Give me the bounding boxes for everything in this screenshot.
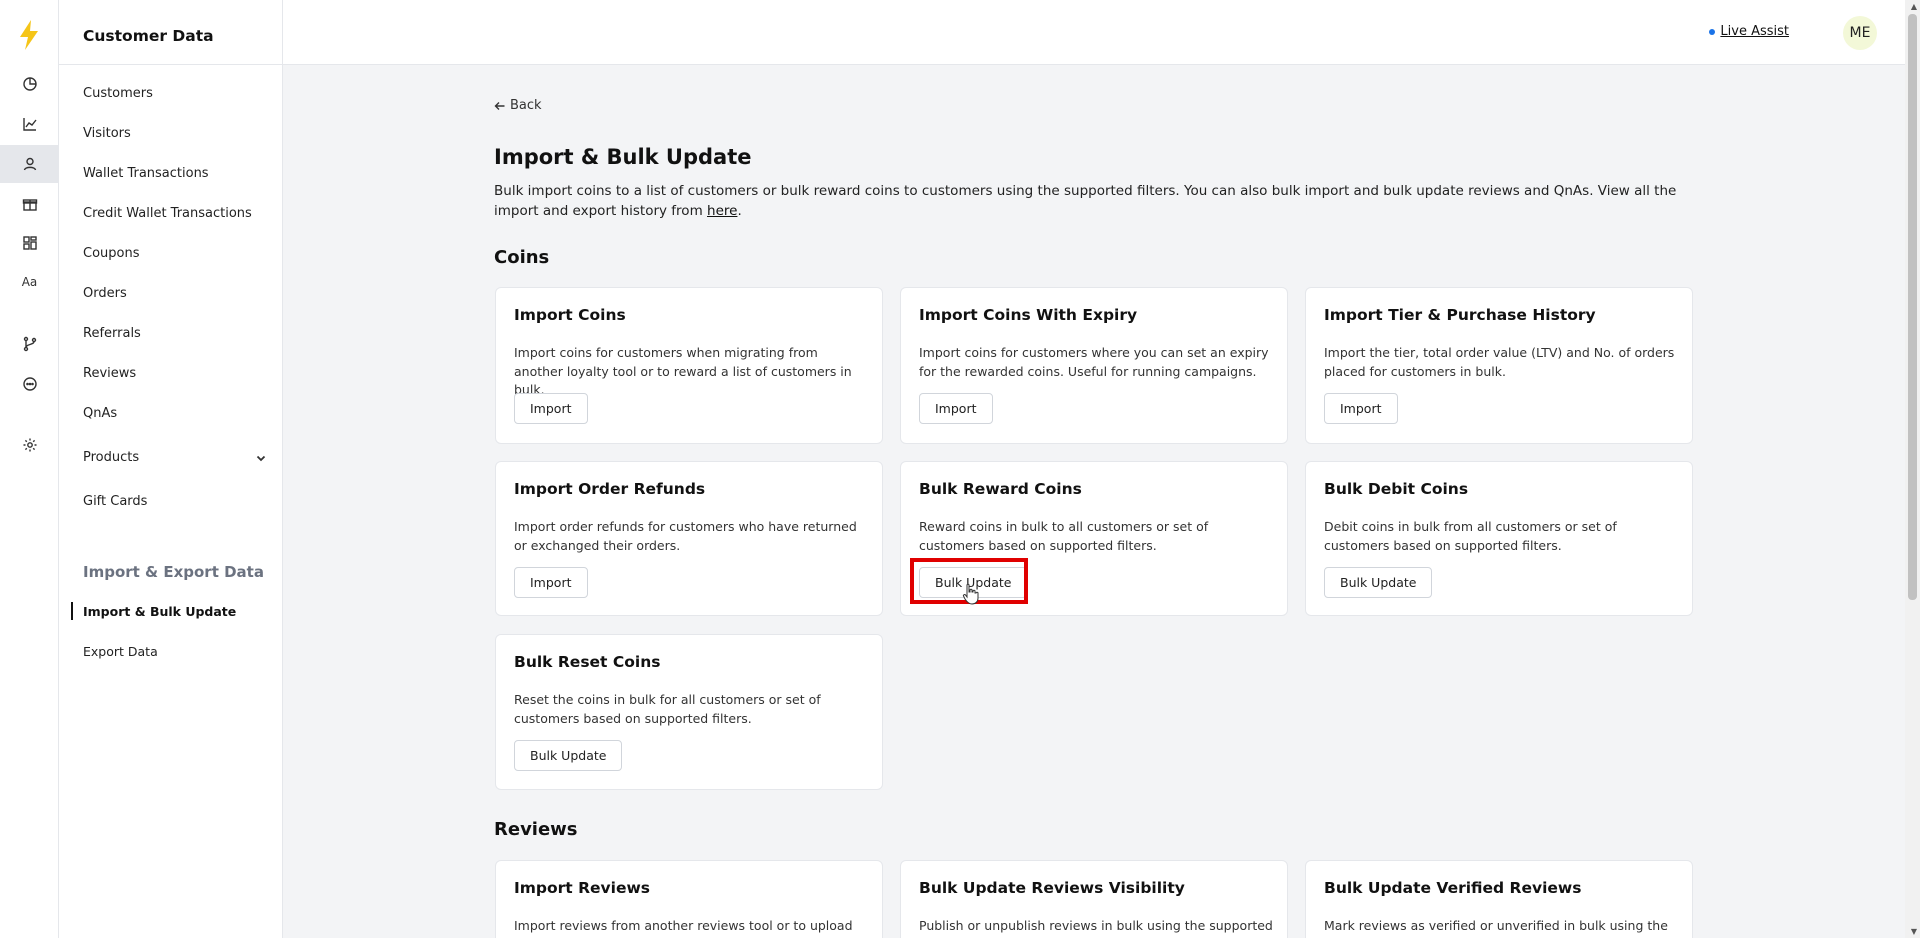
page-description: Bulk import coins to a list of customers…: [494, 181, 1694, 221]
import-coins-expiry-button[interactable]: Import: [919, 393, 993, 424]
sidebar: Customer Data Customers Visitors Wallet …: [59, 0, 283, 938]
page-title: Import & Bulk Update: [494, 145, 752, 169]
gift-icon: [22, 199, 37, 211]
sidebar-title: Customer Data: [83, 27, 214, 45]
card-title: Bulk Update Reviews Visibility: [919, 879, 1185, 897]
user-icon: [23, 157, 36, 171]
card-title: Bulk Debit Coins: [1324, 480, 1469, 498]
avatar[interactable]: ME: [1843, 16, 1877, 50]
hand-cursor-icon: [962, 583, 979, 605]
card-title: Import Order Refunds: [514, 480, 706, 498]
pie-chart-icon: [22, 77, 37, 91]
card-bulk-update-reviews-visibility: Bulk Update Reviews Visibility Publish o…: [900, 860, 1288, 938]
sidebar-item-referrals[interactable]: Referrals: [83, 326, 141, 341]
lightning-logo[interactable]: [17, 20, 41, 50]
rail-integrations[interactable]: [0, 325, 59, 363]
card-import-coins: Import Coins Import coins for customers …: [495, 287, 883, 444]
history-link[interactable]: here: [707, 203, 737, 219]
widgets-icon: [22, 236, 37, 250]
sidebar-section-title: Import & Export Data: [83, 563, 264, 581]
rail-customers[interactable]: [0, 145, 59, 183]
card-bulk-debit-coins: Bulk Debit Coins Debit coins in bulk fro…: [1305, 461, 1693, 616]
sidebar-item-gift-cards[interactable]: Gift Cards: [83, 494, 147, 509]
rail-analytics[interactable]: [0, 65, 59, 103]
rail-rewards[interactable]: [0, 185, 59, 223]
sidebar-item-export-data[interactable]: Export Data: [83, 644, 158, 659]
scroll-up-icon[interactable]: ▲: [1911, 2, 1917, 11]
card-description: Import reviews from another reviews tool…: [514, 918, 853, 933]
typography-icon: Aa: [21, 275, 38, 289]
card-description: Reset the coins in bulk for all customer…: [514, 692, 821, 726]
sidebar-item-import-bulk-update[interactable]: Import & Bulk Update: [83, 604, 236, 619]
card-title: Import Coins: [514, 306, 626, 324]
gear-icon: [23, 438, 36, 452]
description-text: Bulk import coins to a list of customers…: [494, 183, 1677, 219]
live-assist-link[interactable]: Live Assist: [1709, 24, 1789, 39]
bulk-debit-coins-button[interactable]: Bulk Update: [1324, 567, 1433, 598]
sidebar-item-products[interactable]: Products: [83, 450, 139, 465]
card-description: Import the tier, total order value (LTV)…: [1324, 345, 1675, 379]
card-description: Import order refunds for customers who h…: [514, 519, 857, 553]
card-bulk-reset-coins: Bulk Reset Coins Reset the coins in bulk…: [495, 634, 883, 790]
card-import-reviews: Import Reviews Import reviews from anoth…: [495, 860, 883, 938]
rail-settings[interactable]: [0, 426, 59, 464]
icon-rail: Aa: [0, 0, 59, 938]
rail-support[interactable]: [0, 365, 59, 403]
sidebar-item-credit-wallet-transactions[interactable]: Credit Wallet Transactions: [83, 206, 252, 221]
card-description: Debit coins in bulk from all customers o…: [1324, 519, 1617, 553]
card-description: Import coins for customers where you can…: [919, 345, 1269, 379]
card-title: Bulk Update Verified Reviews: [1324, 879, 1582, 897]
active-indicator: [71, 602, 73, 620]
card-import-order-refunds: Import Order Refunds Import order refund…: [495, 461, 883, 616]
card-import-coins-expiry: Import Coins With Expiry Import coins fo…: [900, 287, 1288, 444]
card-title: Bulk Reset Coins: [514, 653, 661, 671]
card-description: Mark reviews as verified or unverified i…: [1324, 918, 1668, 933]
sidebar-item-coupons[interactable]: Coupons: [83, 246, 140, 261]
card-title: Bulk Reward Coins: [919, 480, 1082, 498]
scroll-down-icon[interactable]: ▼: [1911, 927, 1917, 936]
top-bar: Live Assist ME: [283, 0, 1905, 65]
coins-heading: Coins: [494, 247, 550, 268]
reviews-heading: Reviews: [494, 819, 578, 840]
rail-reports[interactable]: [0, 105, 59, 143]
bulk-reset-coins-button[interactable]: Bulk Update: [514, 740, 623, 771]
card-import-tier-history: Import Tier & Purchase History Import th…: [1305, 287, 1693, 444]
import-coins-button[interactable]: Import: [514, 393, 588, 424]
card-description: Reward coins in bulk to all customers or…: [919, 519, 1209, 553]
card-description: Import coins for customers when migratin…: [514, 345, 852, 397]
divider: [59, 64, 283, 65]
back-link[interactable]: Back: [494, 98, 542, 113]
import-tier-history-button[interactable]: Import: [1324, 393, 1398, 424]
card-title: Import Tier & Purchase History: [1324, 306, 1596, 324]
chevron-down-icon[interactable]: [255, 452, 267, 464]
sidebar-item-reviews[interactable]: Reviews: [83, 366, 136, 381]
back-label: Back: [510, 98, 542, 113]
scroll-thumb[interactable]: [1908, 14, 1917, 600]
chat-icon: [22, 377, 37, 391]
card-description: Publish or unpublish reviews in bulk usi…: [919, 918, 1273, 933]
line-chart-icon: [22, 118, 37, 131]
status-dot-icon: [1709, 28, 1716, 35]
sidebar-item-customers[interactable]: Customers: [83, 86, 153, 101]
card-bulk-update-verified-reviews: Bulk Update Verified Reviews Mark review…: [1305, 860, 1693, 938]
rail-widgets[interactable]: [0, 224, 59, 262]
description-suffix: .: [737, 203, 742, 219]
branch-icon: [23, 336, 36, 352]
import-order-refunds-button[interactable]: Import: [514, 567, 588, 598]
sidebar-item-orders[interactable]: Orders: [83, 286, 127, 301]
card-title: Import Coins With Expiry: [919, 306, 1138, 324]
sidebar-item-wallet-transactions[interactable]: Wallet Transactions: [83, 166, 209, 181]
arrow-left-icon: [494, 101, 505, 110]
sidebar-item-visitors[interactable]: Visitors: [83, 126, 131, 141]
rail-typography[interactable]: Aa: [0, 263, 59, 301]
sidebar-item-qnas[interactable]: QnAs: [83, 406, 117, 421]
card-title: Import Reviews: [514, 879, 651, 897]
scrollbar[interactable]: ▲ ▼: [1905, 0, 1920, 938]
live-assist-label: Live Assist: [1720, 24, 1789, 39]
